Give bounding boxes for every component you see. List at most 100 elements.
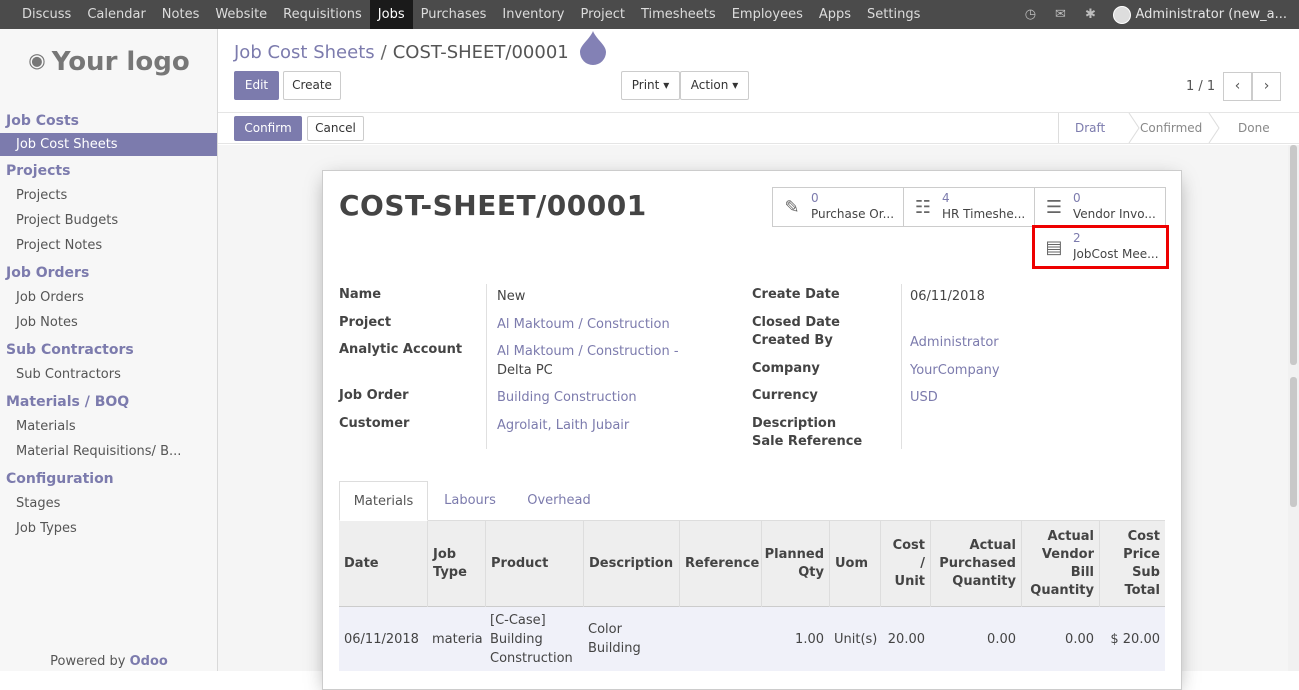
cell-reference bbox=[679, 607, 761, 671]
table-row[interactable]: 06/11/2018 materia [C-Case] Building Const… bbox=[339, 607, 1165, 671]
odoo-link[interactable]: Odoo bbox=[130, 654, 168, 669]
column-header-reference[interactable]: Reference bbox=[679, 521, 761, 607]
menu-inventory[interactable]: Inventory bbox=[494, 0, 572, 29]
sidebar-item-job-notes[interactable]: Job Notes bbox=[0, 310, 217, 335]
name-label: Name bbox=[339, 287, 382, 302]
bug-icon[interactable]: ✱ bbox=[1075, 7, 1105, 22]
cell-cost-unit: 20.00 bbox=[887, 631, 925, 647]
sidebar-section-job-costs: Job Costs bbox=[6, 113, 79, 129]
smart-button-hr-timesheets[interactable]: ☷ 4 HR Timeshe... bbox=[903, 187, 1035, 227]
project-link[interactable]: Al Maktoum / Construction bbox=[497, 317, 670, 332]
analytic-account-link[interactable]: Al Maktoum / Construction - bbox=[497, 344, 679, 359]
job-order-label: Job Order bbox=[339, 388, 409, 403]
created-by-label: Created By bbox=[752, 333, 833, 348]
smart-button-vendor-invoices[interactable]: ☰ 0 Vendor Invo... bbox=[1034, 187, 1166, 227]
clock-icon[interactable]: ◷ bbox=[1015, 7, 1045, 22]
create-date-label: Create Date bbox=[752, 287, 840, 302]
stage-confirmed[interactable]: Confirmed bbox=[1140, 121, 1202, 135]
stage-draft[interactable]: Draft bbox=[1075, 121, 1105, 135]
tab-labours[interactable]: Labours bbox=[436, 481, 504, 521]
menu-project[interactable]: Project bbox=[573, 0, 633, 29]
app-menu: Discuss Calendar Notes Website Requisiti… bbox=[0, 0, 928, 29]
stage-done[interactable]: Done bbox=[1238, 121, 1270, 135]
sidebar-item-material-requisitions[interactable]: Material Requisitions/ B... bbox=[0, 439, 217, 464]
menu-discuss[interactable]: Discuss bbox=[0, 0, 79, 29]
sidebar-item-sub-contractors[interactable]: Sub Contractors bbox=[0, 362, 217, 387]
company-link[interactable]: YourCompany bbox=[910, 363, 1000, 378]
caret-down-icon: ▾ bbox=[663, 78, 670, 92]
menu-employees[interactable]: Employees bbox=[724, 0, 811, 29]
currency-link[interactable]: USD bbox=[910, 390, 938, 405]
list-icon: ☰ bbox=[1045, 197, 1063, 218]
systray: ◷ ✉ ✱ Administrator (new_a... bbox=[1015, 0, 1299, 29]
created-by-link[interactable]: Administrator bbox=[910, 335, 999, 350]
breadcrumb-separator: / bbox=[380, 42, 387, 63]
create-date-value: 06/11/2018 bbox=[910, 289, 985, 304]
action-dropdown[interactable]: Action ▾ bbox=[680, 71, 749, 100]
company-logo: ◉ Your logo bbox=[28, 47, 190, 77]
name-value: New bbox=[497, 289, 526, 304]
scrollbar-thumb-secondary[interactable] bbox=[1290, 377, 1297, 507]
menu-requisitions[interactable]: Requisitions bbox=[275, 0, 370, 29]
column-header-cost-unit[interactable]: Cost / Unit bbox=[880, 521, 930, 607]
field-divider bbox=[486, 284, 487, 449]
currency-label: Currency bbox=[752, 388, 818, 403]
customer-link[interactable]: Agrolait, Laith Jubair bbox=[497, 418, 629, 433]
sidebar-item-materials[interactable]: Materials bbox=[0, 414, 217, 439]
pager-next-button[interactable]: › bbox=[1252, 72, 1281, 101]
sidebar-item-project-notes[interactable]: Project Notes bbox=[0, 233, 217, 258]
breadcrumb-current: COST-SHEET/00001 bbox=[392, 42, 569, 63]
user-menu[interactable]: Administrator (new_a... bbox=[1135, 7, 1299, 22]
sidebar-item-project-budgets[interactable]: Project Budgets bbox=[0, 208, 217, 233]
print-dropdown[interactable]: Print ▾ bbox=[621, 71, 680, 100]
column-header-actual-purchased[interactable]: Actual Purchased Quantity bbox=[930, 521, 1021, 607]
tab-materials[interactable]: Materials bbox=[339, 481, 428, 521]
column-header-description[interactable]: Description bbox=[583, 521, 679, 607]
column-header-product[interactable]: Product bbox=[485, 521, 583, 607]
analytic-account-line2: Delta PC bbox=[497, 363, 553, 378]
sidebar-item-projects[interactable]: Projects bbox=[0, 183, 217, 208]
confirm-button[interactable]: Confirm bbox=[234, 116, 302, 141]
menu-purchases[interactable]: Purchases bbox=[413, 0, 495, 29]
edit-button[interactable]: Edit bbox=[234, 71, 279, 100]
column-header-subtotal[interactable]: Cost Price Sub Total bbox=[1099, 521, 1165, 607]
menu-calendar[interactable]: Calendar bbox=[79, 0, 153, 29]
cell-actual-vendor-bill: 0.00 bbox=[1065, 631, 1094, 647]
cell-description: Color Building bbox=[588, 622, 641, 656]
edit-icon: ✎ bbox=[784, 197, 800, 218]
tab-overhead[interactable]: Overhead bbox=[521, 481, 597, 521]
company-label: Company bbox=[752, 361, 820, 376]
menu-apps[interactable]: Apps bbox=[811, 0, 859, 29]
menu-settings[interactable]: Settings bbox=[859, 0, 928, 29]
chat-icon[interactable]: ✉ bbox=[1045, 7, 1075, 22]
column-header-planned-qty[interactable]: Planned Qty bbox=[761, 521, 829, 607]
column-header-actual-vendor-bill[interactable]: Actual Vendor Bill Quantity bbox=[1021, 521, 1099, 607]
sidebar-item-job-types[interactable]: Job Types bbox=[0, 516, 217, 541]
sale-reference-label: Sale Reference bbox=[752, 434, 863, 449]
notebook-tabs: Materials Labours Overhead bbox=[339, 481, 1165, 521]
sidebar-item-job-cost-sheets[interactable]: Job Cost Sheets bbox=[0, 133, 217, 156]
breadcrumb-parent[interactable]: Job Cost Sheets bbox=[234, 42, 375, 63]
menu-timesheets[interactable]: Timesheets bbox=[633, 0, 724, 29]
menu-jobs[interactable]: Jobs bbox=[369, 0, 413, 29]
record-title: COST-SHEET/00001 bbox=[339, 189, 647, 222]
menu-website[interactable]: Website bbox=[207, 0, 275, 29]
column-header-uom[interactable]: Uom bbox=[829, 521, 880, 607]
scrollbar-thumb[interactable] bbox=[1290, 145, 1297, 365]
column-header-date[interactable]: Date bbox=[339, 521, 427, 607]
create-button[interactable]: Create bbox=[283, 71, 341, 100]
field-divider bbox=[901, 284, 902, 449]
pager-previous-button[interactable]: ‹ bbox=[1223, 72, 1252, 101]
column-header-job-type[interactable]: Job Type bbox=[427, 521, 485, 607]
avatar[interactable] bbox=[1113, 5, 1132, 24]
smart-button-purchase-orders[interactable]: ✎ 0 Purchase Or... bbox=[772, 187, 904, 227]
chevron-right-icon: › bbox=[1263, 78, 1270, 94]
sidebar-item-stages[interactable]: Stages bbox=[0, 491, 217, 516]
sidebar-item-job-orders[interactable]: Job Orders bbox=[0, 285, 217, 310]
scrollbar[interactable] bbox=[1288, 145, 1299, 671]
cancel-button[interactable]: Cancel bbox=[307, 116, 364, 141]
menu-notes[interactable]: Notes bbox=[154, 0, 208, 29]
job-order-link[interactable]: Building Construction bbox=[497, 390, 637, 405]
cell-subtotal: $ 20.00 bbox=[1110, 631, 1160, 647]
sidebar-section-projects: Projects bbox=[6, 163, 71, 179]
